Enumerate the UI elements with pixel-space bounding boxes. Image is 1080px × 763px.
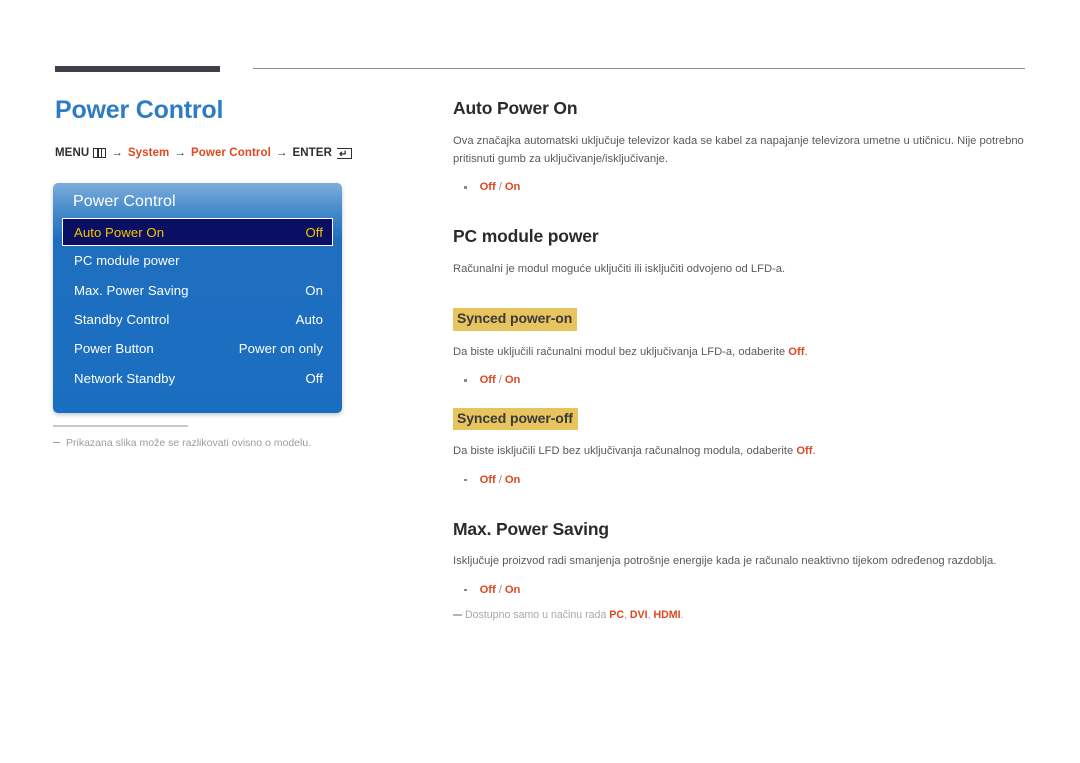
breadcrumb-enter-label: ENTER [292, 147, 332, 159]
subsection-heading-synced-power-on: Synced power-on [453, 308, 578, 331]
option-separator: / [498, 374, 502, 387]
header-rule-thick [55, 66, 220, 72]
osd-row-label: PC module power [74, 253, 180, 269]
osd-row-auto-power-on[interactable]: Auto Power On Off [62, 218, 333, 246]
bullet-square-icon [464, 588, 467, 592]
header-rule-thin [253, 68, 1025, 69]
option-on[interactable]: On [505, 374, 521, 386]
osd-row-label: Power Button [74, 341, 154, 357]
breadcrumb-step-system[interactable]: System [128, 147, 170, 159]
subsection-body-prefix: Da biste uključili računalni modul bez u… [453, 345, 789, 358]
left-note-divider [53, 425, 188, 427]
osd-row-value: Off [305, 224, 323, 240]
bullet-square-icon [464, 379, 467, 382]
dash-marker-icon [53, 442, 60, 444]
footnote-prefix: Dostupno samo u načinu rada [465, 608, 610, 621]
right-column: Auto Power On Ova značajka automatski uk… [453, 98, 1025, 623]
osd-row-standby-control[interactable]: Standby Control Auto [53, 305, 342, 334]
osd-row-value: Power on only [238, 341, 323, 357]
breadcrumb-arrow-3: → [275, 147, 288, 159]
section-body-max-power-saving: Isključuje proizvod radi smanjenja potro… [453, 555, 997, 568]
subsection-body-synced-power-off: Da biste isključili LFD bez uključivanja… [453, 442, 1025, 460]
footnote-mode-hdmi: HDMI [653, 608, 681, 621]
breadcrumb: MENU → System → Power Control → ENTER ↵ [55, 147, 425, 159]
footnote-mode-dvi: DVI [629, 608, 648, 621]
osd-row-network-standby[interactable]: Network Standby Off [53, 364, 342, 393]
osd-row-label: Max. Power Saving [74, 282, 189, 298]
left-footnote-text: Prikazana slika može se razlikovati ovis… [66, 437, 312, 449]
subsection-body-prefix: Da biste isključili LFD bez uključivanja… [453, 445, 797, 458]
option-on[interactable]: On [505, 584, 521, 596]
enter-return-icon: ↵ [336, 147, 352, 159]
option-off[interactable]: Off [480, 474, 496, 486]
option-list-auto-power-on: Off / On [453, 179, 1025, 196]
osd-row-value: Auto [295, 311, 323, 327]
osd-row-label: Standby Control [74, 311, 170, 327]
bullet-square-icon [464, 478, 467, 482]
bullet-square-icon [464, 186, 467, 189]
breadcrumb-step-power-control[interactable]: Power Control [191, 147, 271, 159]
page-title: Power Control [55, 96, 224, 124]
subsection-body-highlight: Off [796, 445, 813, 458]
subsection-body-suffix: . [804, 345, 808, 358]
breadcrumb-arrow-2: → [174, 147, 186, 159]
section-body-auto-power-on: Ova značajka automatski uključuje televi… [453, 134, 1024, 166]
osd-panel-title: Power Control [73, 193, 176, 210]
osd-row-pc-module-power[interactable]: PC module power [53, 246, 342, 275]
osd-row-label: Auto Power On [74, 224, 165, 240]
breadcrumb-arrow-1: → [111, 147, 123, 159]
option-list-synced-power-on: Off / On [453, 372, 1025, 389]
option-on[interactable]: On [505, 474, 521, 486]
menu-grid-icon [93, 148, 107, 158]
left-column: Power Control MENU → System → Power Cont… [55, 95, 425, 159]
footnote-mode-pc: PC [609, 608, 625, 621]
subsection-body-synced-power-on: Da biste uključili računalni modul bez u… [453, 343, 1025, 361]
osd-menu-list: Auto Power On Off PC module power Max. P… [53, 218, 342, 393]
left-footnote: Prikazana slika može se razlikovati ovis… [53, 436, 383, 451]
subsection-heading-synced-power-off: Synced power-off [453, 407, 578, 431]
option-off[interactable]: Off [480, 181, 496, 193]
section-heading-auto-power-on: Auto Power On [453, 98, 578, 118]
dash-marker-icon [453, 613, 462, 616]
osd-row-max-power-saving[interactable]: Max. Power Saving On [53, 275, 342, 304]
osd-row-value: Off [305, 370, 323, 386]
option-separator: / [498, 473, 502, 486]
osd-menu-panel: Power Control Auto Power On Off PC modul… [53, 183, 342, 413]
option-list-synced-power-off: Off / On [453, 472, 1025, 489]
breadcrumb-menu-label: MENU [55, 147, 90, 159]
section-heading-pc-module-power: PC module power [453, 226, 599, 247]
option-on[interactable]: On [505, 181, 521, 193]
osd-row-label: Network Standby [74, 370, 176, 386]
option-separator: / [498, 583, 502, 596]
option-list-max-power-saving: Off / On [453, 582, 1025, 599]
section-heading-max-power-saving: Max. Power Saving [453, 518, 609, 539]
osd-row-power-button[interactable]: Power Button Power on only [53, 334, 342, 363]
subsection-body-suffix: . [812, 445, 816, 458]
option-off[interactable]: Off [480, 584, 496, 596]
option-separator: / [498, 181, 502, 194]
section-body-pc-module-power: Računalni je modul moguće uključiti ili … [453, 263, 786, 276]
osd-row-value: On [305, 282, 323, 298]
footnote-suffix: . [680, 608, 684, 621]
section-footnote-max-power-saving: Dostupno samo u načinu rada PC, DVI, HDM… [453, 608, 1025, 623]
subsection-body-highlight: Off [788, 345, 805, 358]
option-off[interactable]: Off [480, 374, 496, 386]
